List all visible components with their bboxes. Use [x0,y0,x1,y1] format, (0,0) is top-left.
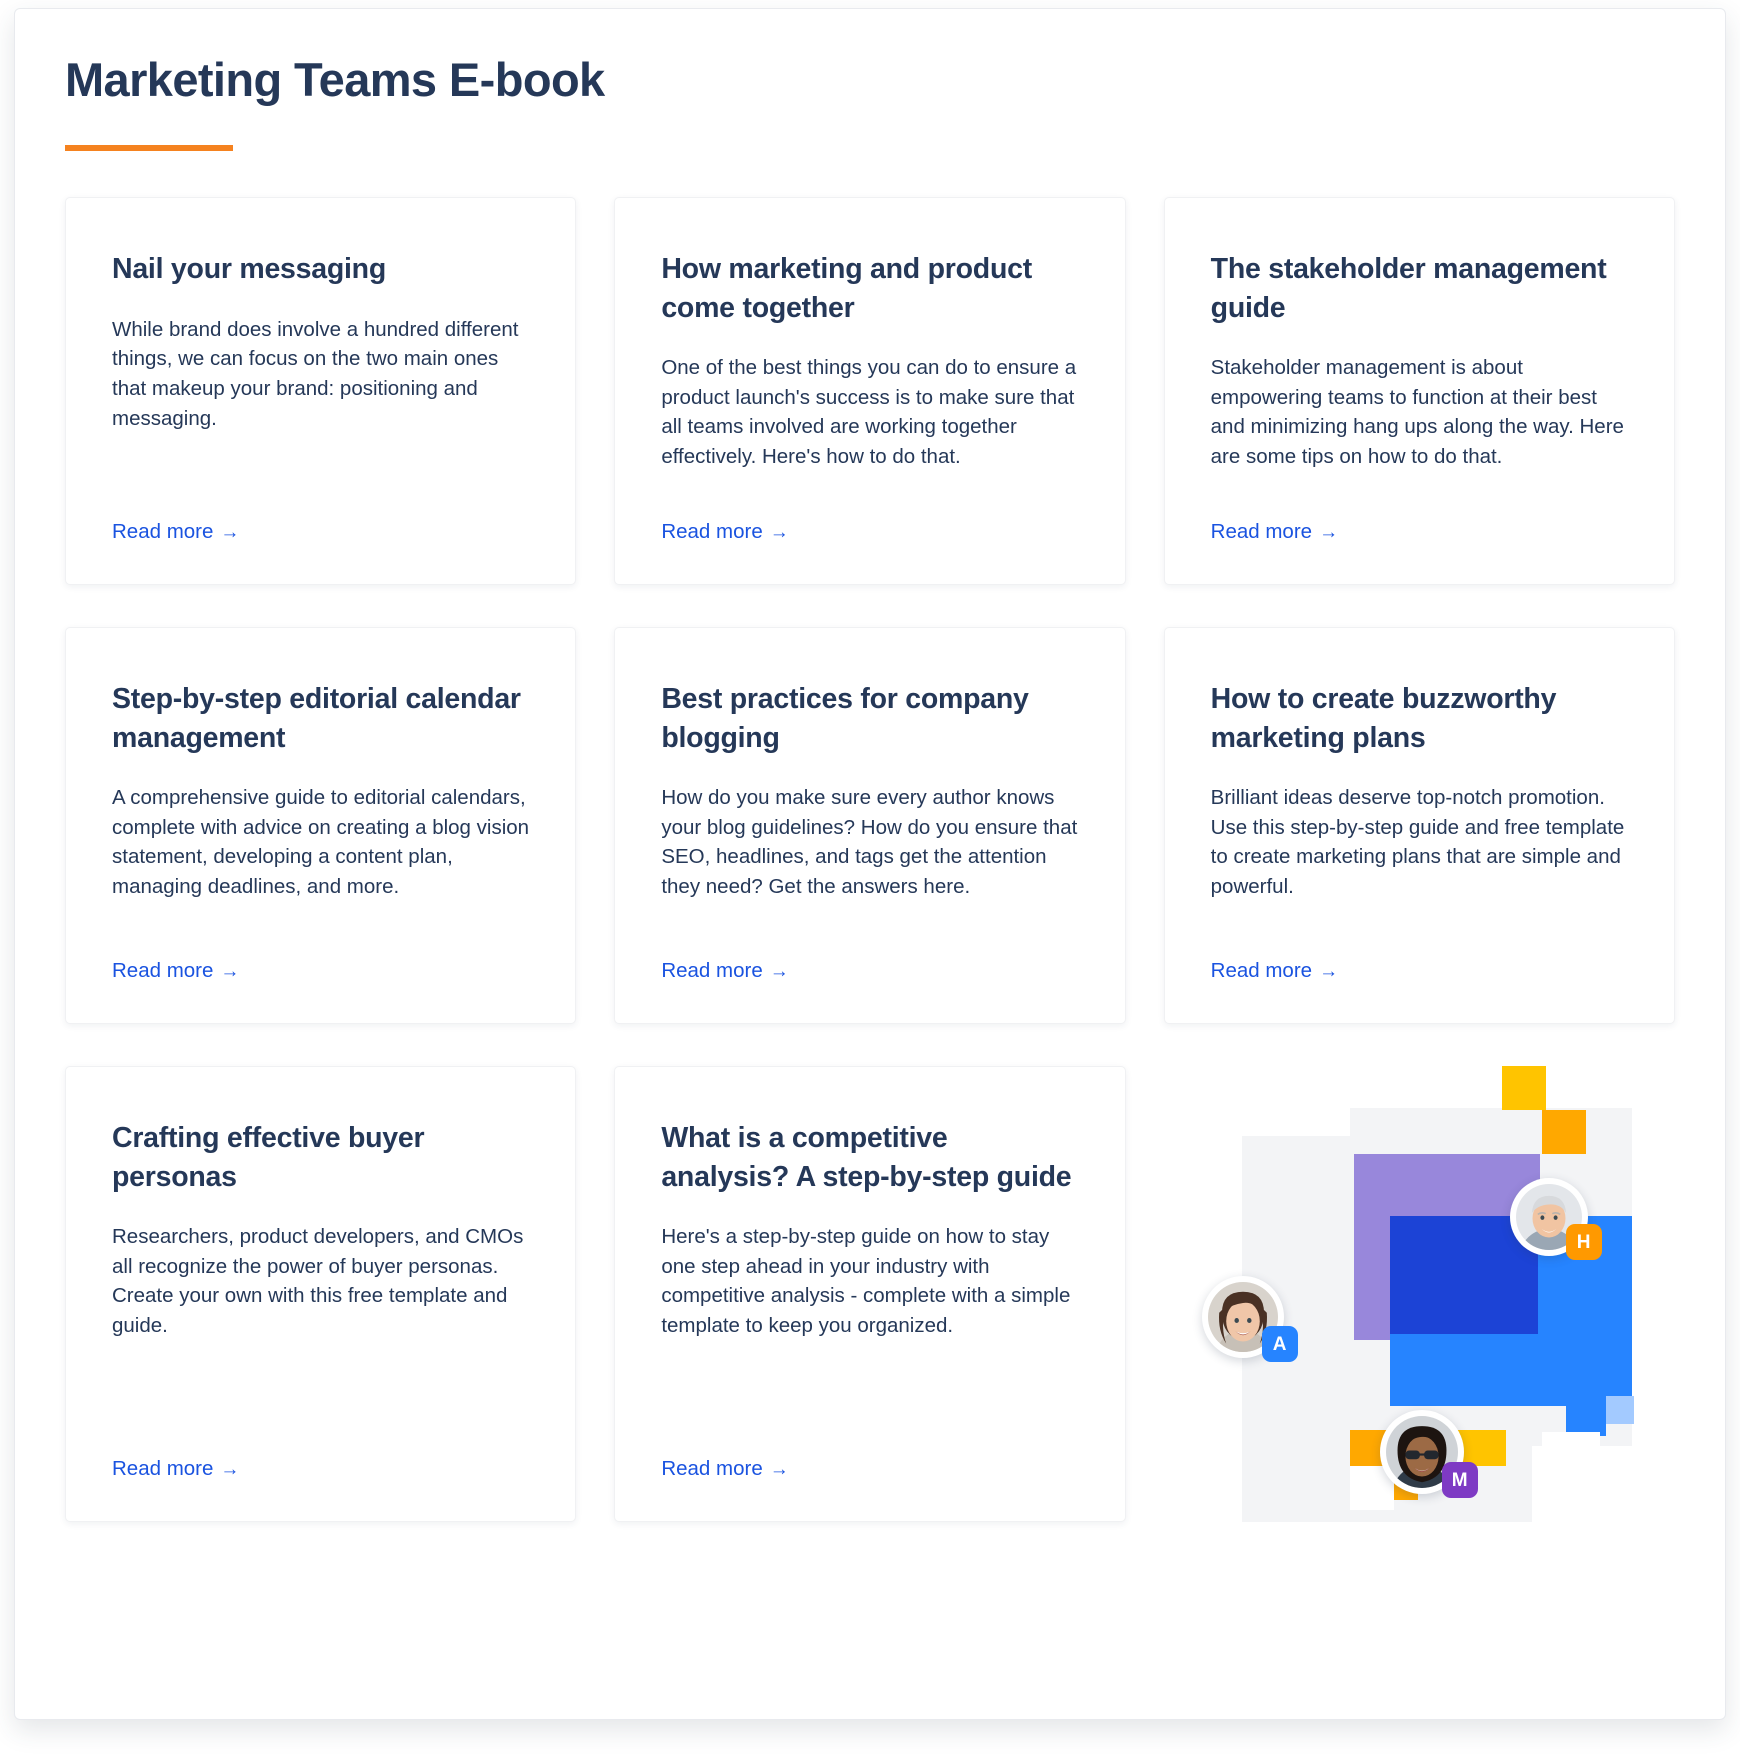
card-description: Researchers, product developers, and CMO… [112,1224,524,1338]
read-more-label: Read more [112,520,214,544]
resource-card-grid: Nail your messaging While brand does inv… [65,197,1675,1523]
card-description: Brilliant ideas deserve top-notch promot… [1210,785,1625,899]
card-description: One of the best things you can do to ens… [661,355,1077,469]
blue-square-small [1565,1396,1606,1437]
read-more-label: Read more [1210,520,1313,544]
page-root: Marketing Teams E-book Nail your messagi… [0,0,1740,1755]
blue-square-pale [1605,1396,1634,1425]
resource-card[interactable]: Step-by-step editorial calendar manageme… [65,627,577,1025]
read-more-link[interactable]: Read more → [661,520,1078,544]
resource-card[interactable]: Best practices for company blogging How … [614,627,1126,1025]
decorative-illustration-cell: A H M [1164,1066,1675,1523]
page-title: Marketing Teams E-book [65,53,605,106]
arrow-right-icon: → [769,1459,789,1481]
card-title: What is a competitive analysis? A step-b… [661,1122,1072,1193]
arrow-right-icon: → [769,961,789,983]
card-description: Here's a step-by-step guide on how to st… [661,1224,1071,1338]
read-more-label: Read more [1210,959,1313,983]
card-title: Step-by-step editorial calendar manageme… [112,683,521,754]
read-more-label: Read more [661,959,763,983]
card-title: Nail your messaging [112,253,387,286]
card-title: How to create buzzworthy marketing plans [1210,683,1557,754]
read-more-link[interactable]: Read more → [661,1457,1078,1481]
content-frame: Marketing Teams E-book Nail your messagi… [14,8,1726,1720]
read-more-link[interactable]: Read more → [112,959,529,983]
avatar-badge: M [1441,1462,1478,1499]
card-title: The stakeholder management guide [1210,253,1607,324]
resource-card[interactable]: The stakeholder management guide Stakeho… [1163,197,1675,586]
white-square-notch-bottom [1541,1432,1600,1491]
collage-illustration: A H M [1201,1066,1634,1523]
orange-square-small [1541,1110,1586,1155]
avatar: M [1379,1410,1478,1499]
resource-card[interactable]: Crafting effective buyer personas Resear… [65,1066,577,1523]
arrow-right-icon: → [220,522,240,544]
resource-card[interactable]: What is a competitive analysis? A step-b… [614,1066,1126,1523]
read-more-label: Read more [661,520,763,544]
card-description: Stakeholder management is about empoweri… [1210,355,1624,469]
card-title: Best practices for company blogging [661,683,1029,754]
resource-card[interactable]: How to create buzzworthy marketing plans… [1163,627,1675,1025]
read-more-link[interactable]: Read more → [112,1457,529,1481]
read-more-link[interactable]: Read more → [661,959,1078,983]
avatar: H [1509,1178,1602,1261]
arrow-right-icon: → [1319,961,1339,983]
yellow-square-small [1501,1066,1546,1111]
page-inner: Marketing Teams E-book Nail your messagi… [15,9,1725,1719]
read-more-label: Read more [661,1457,763,1481]
read-more-label: Read more [112,1457,214,1481]
card-description: A comprehensive guide to editorial calen… [112,785,530,899]
avatar: A [1201,1276,1298,1363]
avatar-badge: H [1565,1224,1602,1261]
read-more-link[interactable]: Read more → [1211,959,1628,983]
read-more-label: Read more [112,959,214,983]
title-underline-accent [65,145,233,152]
arrow-right-icon: → [220,961,240,983]
card-description: While brand does involve a hundred diffe… [112,317,519,430]
avatar-badge: A [1261,1326,1298,1363]
arrow-right-icon: → [220,1459,240,1481]
read-more-link[interactable]: Read more → [112,520,529,544]
resource-card[interactable]: Nail your messaging While brand does inv… [65,197,577,586]
arrow-right-icon: → [769,522,789,544]
read-more-link[interactable]: Read more → [1211,520,1628,544]
card-title: Crafting effective buyer personas [112,1122,425,1193]
card-description: How do you make sure every author knows … [661,785,1078,899]
resource-card[interactable]: How marketing and product come together … [614,197,1126,586]
card-title: How marketing and product come together [661,253,1032,324]
arrow-right-icon: → [1319,522,1339,544]
